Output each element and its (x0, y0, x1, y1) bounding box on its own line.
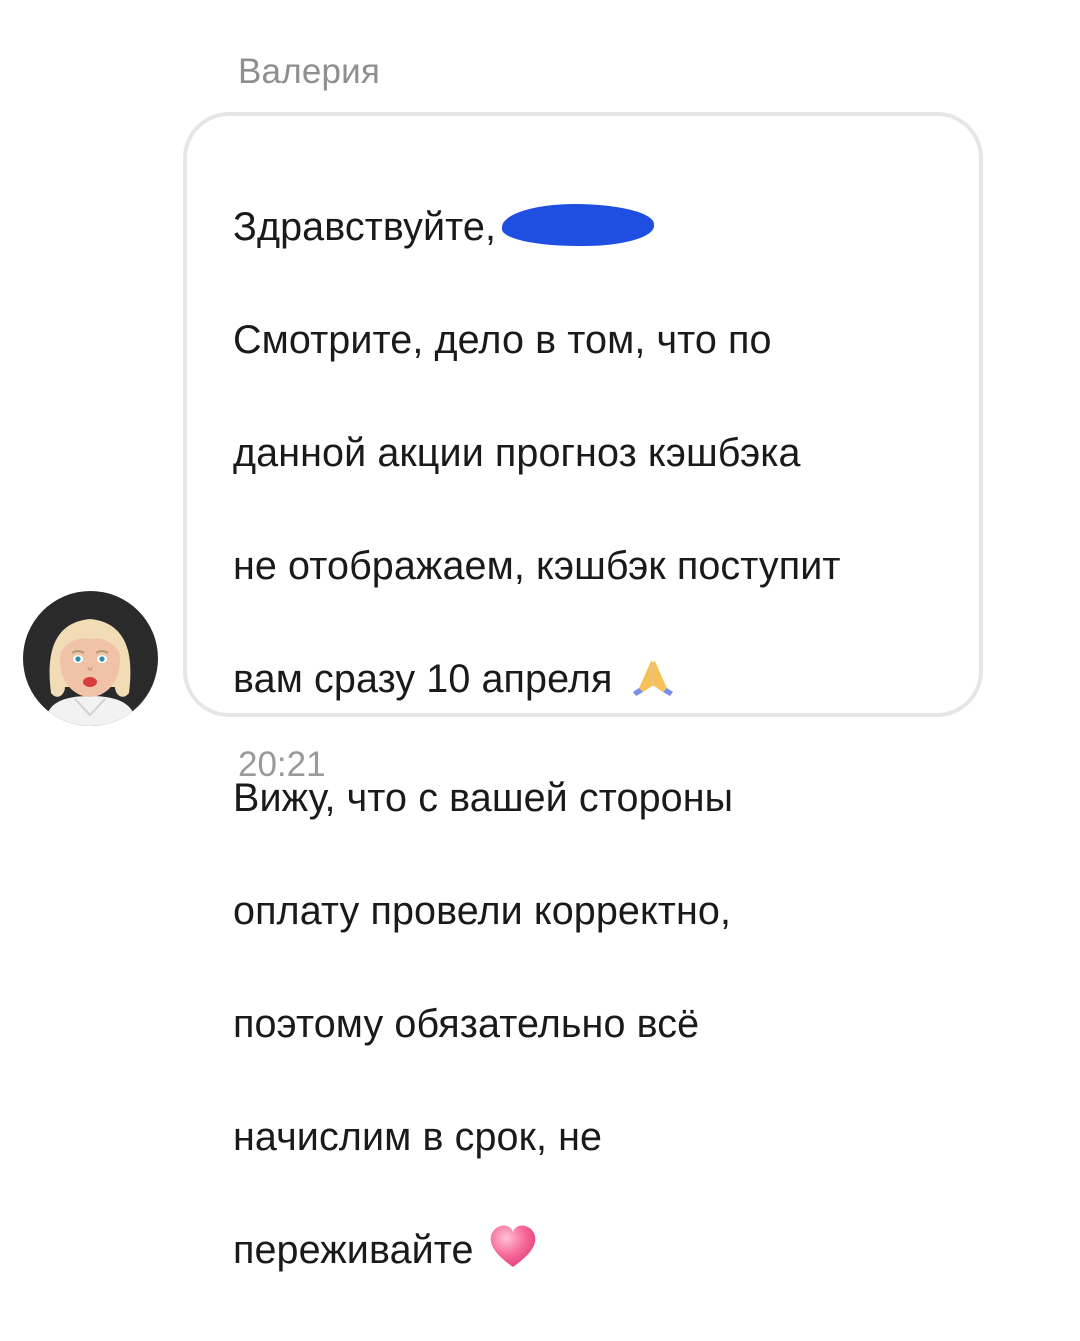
message-timestamp: 20:21 (238, 745, 326, 784)
message-line: оплату провели корректно, (233, 888, 732, 933)
pink-heart-icon (488, 1223, 538, 1285)
message-line: Вижу, что с вашей стороны (233, 775, 734, 820)
message-text: Здравствуйте, Смотрите, дело в том, что … (233, 142, 973, 1341)
message-line: начислим в срок, не (233, 1114, 603, 1159)
message-line: данной акции прогноз кэшбэка (233, 430, 801, 475)
message-line-text: переживайте (233, 1227, 474, 1272)
message-line: Здравствуйте, (233, 199, 973, 256)
avatar[interactable] (23, 591, 158, 726)
message-line: не отображаем, кэшбэк поступит (233, 543, 841, 588)
message-line-text: вам сразу 10 апреля (233, 656, 613, 701)
greeting-text: Здравствуйте, (233, 204, 497, 249)
redacted-name-mark (502, 203, 655, 246)
sender-name: Валерия (238, 52, 381, 91)
message-line: поэтому обязательно всё (233, 1001, 700, 1046)
message-line: переживайте (233, 1222, 973, 1285)
folded-hands-icon (631, 654, 675, 714)
message-line: Смотрите, дело в том, что по (233, 317, 772, 362)
message-bubble: Здравствуйте, Смотрите, дело в том, что … (183, 112, 983, 1272)
message-line: вам сразу 10 апреля (233, 651, 973, 714)
